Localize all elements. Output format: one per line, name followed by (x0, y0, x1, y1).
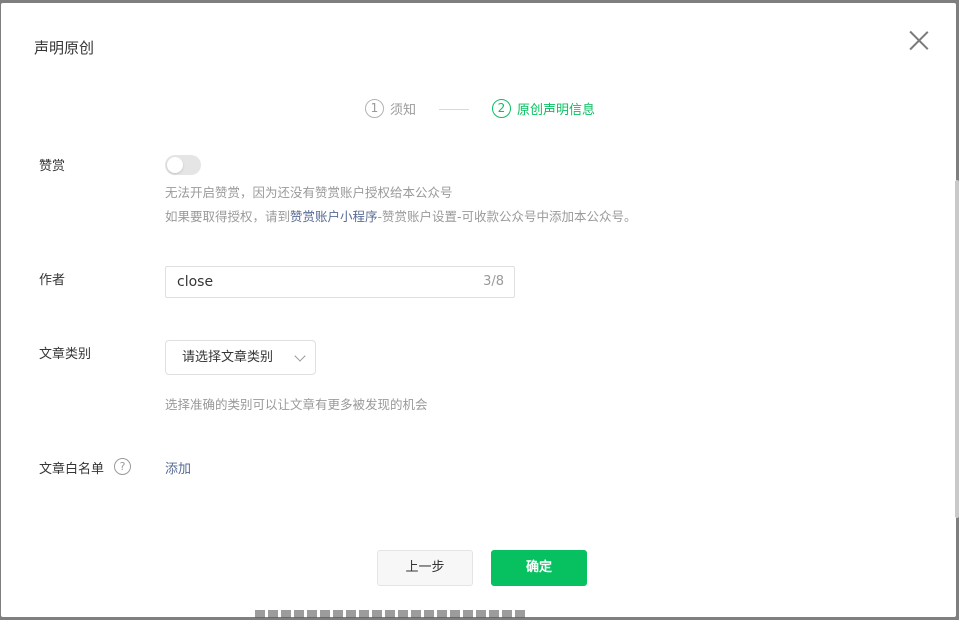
toggle-knob (167, 157, 183, 173)
reward-tip-line1: 无法开启赞赏，因为还没有赞赏账户授权给本公众号 (165, 185, 453, 200)
confirm-button[interactable]: 确定 (491, 550, 587, 586)
page-scrollbar[interactable] (955, 180, 959, 518)
original-declaration-dialog: 声明原创 1 须知 2 原创声明信息 赞赏 无法开启赞赏，因为还没有赞赏账户授权… (1, 3, 956, 617)
category-label: 文章类别 (39, 347, 92, 362)
prev-step-button[interactable]: 上一步 (377, 550, 473, 586)
step-divider (439, 109, 469, 110)
help-icon[interactable]: ? (114, 458, 131, 475)
author-char-count: 3/8 (483, 274, 504, 289)
reward-toggle[interactable] (165, 155, 201, 175)
dialog-title: 声明原创 (34, 39, 95, 57)
category-tip: 选择准确的类别可以让文章有更多被发现的机会 (165, 397, 428, 412)
close-icon[interactable] (907, 28, 931, 52)
step-declaration-info: 2 原创声明信息 (492, 99, 595, 118)
step-number: 2 (492, 99, 511, 118)
background-page-text (255, 610, 525, 618)
reward-tip-prefix: 如果要取得授权，请到 (165, 209, 291, 224)
step-notice: 1 须知 (365, 99, 416, 118)
author-label: 作者 (39, 273, 66, 288)
step-number: 1 (365, 99, 384, 118)
stepper: 1 须知 2 原创声明信息 (1, 99, 956, 123)
author-input[interactable]: close 3/8 (165, 266, 515, 298)
step-label: 须知 (390, 103, 417, 118)
reward-tip-line2: 如果要取得授权，请到赞赏账户小程序-赞赏账户设置-可收款公众号中添加本公众号。 (165, 206, 637, 225)
reward-tip-suffix: -赞赏账户设置-可收款公众号中添加本公众号。 (377, 209, 637, 224)
whitelist-label: 文章白名单 (39, 462, 105, 477)
chevron-down-icon (294, 350, 306, 362)
step-label: 原创声明信息 (517, 103, 596, 118)
whitelist-add-link[interactable]: 添加 (165, 458, 191, 477)
category-select-placeholder: 请选择文章类别 (182, 350, 274, 365)
category-select[interactable]: 请选择文章类别 (165, 340, 316, 375)
reward-label: 赞赏 (39, 159, 66, 174)
author-value[interactable]: close (177, 267, 213, 297)
reward-account-miniprogram-link[interactable]: 赞赏账户小程序 (290, 209, 378, 224)
